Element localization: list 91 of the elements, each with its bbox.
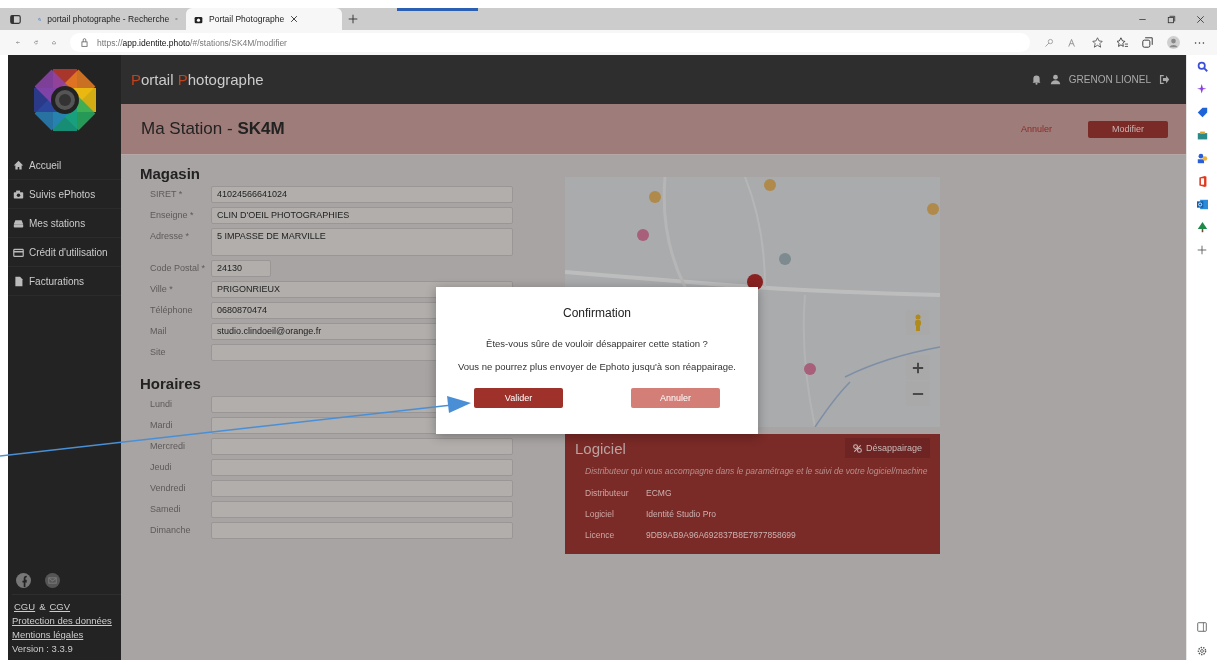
input-field[interactable] (211, 459, 513, 476)
document-icon (13, 275, 24, 287)
browser-tab[interactable]: portail photographe - Recherche (30, 8, 186, 30)
tag-icon (1196, 107, 1208, 118)
cgv-link[interactable]: CGV (49, 601, 71, 612)
zoom-in-button[interactable] (906, 355, 930, 380)
logout-icon (1159, 74, 1170, 85)
restore-icon (1167, 14, 1176, 24)
mail-icon (45, 573, 60, 588)
dialog-message: Vous ne pourrez plus envoyer de Ephoto jusqu'à son réappairage. (457, 361, 736, 372)
camera-icon (13, 188, 24, 200)
bell-icon (1030, 74, 1042, 85)
plus-icon (1197, 245, 1207, 255)
info-label: Logiciel (585, 508, 615, 519)
info-value: ECMG (646, 487, 672, 498)
collections-icon (1142, 37, 1153, 48)
input-field[interactable]: CLIN D'OEIL PHOTOGRAPHIES (211, 207, 513, 224)
more-icon (1194, 40, 1205, 45)
panel-description: Distributeur qui vous accompagne dans le paramétrage et le suivi de votre logiciel/machine (585, 466, 929, 476)
field-label: Code Postal * (149, 262, 207, 275)
dialog-title: Confirmation (563, 306, 631, 320)
url-text: https://app.identite.photo/#/stations/SK4M/modifier (97, 37, 287, 48)
tab-title: portail photographe - Recherche (47, 14, 170, 24)
cgu-link[interactable]: CGU (14, 601, 36, 612)
field-label: Site (149, 346, 167, 359)
user-name[interactable]: GRENON LIONEL (1068, 74, 1151, 85)
logo-icon (32, 68, 97, 132)
unlink-icon (852, 443, 862, 453)
ampersand-text: & (39, 601, 46, 612)
read-aloud-icon (1068, 37, 1078, 48)
user-icon (1049, 74, 1061, 85)
input-field[interactable] (211, 522, 513, 539)
footer-link[interactable]: Mentions légales (12, 629, 121, 640)
brand-title: Portail Photographe (131, 71, 264, 88)
people-icon (1196, 153, 1208, 164)
tree-icon (1196, 222, 1208, 233)
field-label: Mercredi (149, 440, 186, 453)
facebook-icon (16, 573, 31, 588)
tab-title: Portail Photographe (209, 14, 285, 24)
credit-card-icon (13, 246, 24, 258)
field-label: Enseigne * (149, 209, 195, 222)
page-title: Ma Station - SK4M (141, 119, 285, 139)
input-field[interactable] (211, 438, 513, 455)
dialog-message: Êtes-vous sûre de vouloir désappairer cette station ? (486, 338, 708, 349)
plus-icon (348, 14, 358, 24)
field-label: Mardi (149, 419, 174, 432)
profile-icon (1167, 36, 1180, 49)
sidebar-toggle-icon (1197, 622, 1207, 632)
field-label: SIRET * (149, 188, 184, 201)
drive-icon (13, 217, 24, 229)
sparkle-icon (1196, 84, 1208, 95)
field-label: Ville * (149, 283, 174, 296)
unpair-button[interactable]: Désappairage (844, 438, 930, 458)
address-textarea[interactable]: 5 IMPASSE DE MARVILLE (211, 228, 513, 256)
field-label: Mail (149, 325, 168, 338)
pegman-icon[interactable] (906, 310, 930, 335)
field-label: Lundi (149, 398, 174, 411)
browser-tab[interactable]: Portail Photographe (186, 8, 342, 30)
outlook-icon (1196, 199, 1208, 210)
key-icon (1044, 37, 1054, 48)
input-field[interactable]: 41024566641024 (211, 186, 513, 203)
field-label: Adresse * (149, 230, 191, 243)
office-icon (1196, 176, 1208, 187)
info-value: 9DB9AB9A96A692837B8E7877858699 (646, 529, 796, 540)
info-value: Identité Studio Pro (646, 508, 716, 519)
toolbox-icon (1196, 130, 1208, 141)
info-label: Licence (585, 529, 616, 540)
input-field[interactable]: 24130 (211, 260, 271, 277)
footer-link[interactable]: Protection des données (12, 615, 121, 626)
info-label: Distributeur (585, 487, 630, 498)
favorite-add-icon (1092, 37, 1103, 48)
field-label: Jeudi (149, 461, 173, 474)
input-field[interactable] (211, 501, 513, 518)
field-label: Dimanche (149, 524, 192, 537)
plus-icon (912, 361, 924, 374)
section-title: Magasin (140, 165, 201, 182)
panel-title: Logiciel (575, 439, 626, 457)
field-label: Samedi (149, 503, 182, 516)
input-field[interactable] (211, 480, 513, 497)
field-label: Téléphone (149, 304, 194, 317)
zoom-out-button[interactable] (906, 381, 930, 406)
modify-button[interactable]: Modifier (1088, 120, 1168, 138)
lock-icon (80, 38, 89, 47)
tab-list-icon (9, 13, 21, 25)
version-text: Version : 3.3.9 (12, 643, 74, 654)
confirm-button[interactable]: Valider (474, 388, 563, 408)
field-label: Vendredi (149, 482, 187, 495)
section-title: Horaires (140, 375, 202, 392)
favorites-icon (1117, 37, 1128, 48)
camera-icon (194, 14, 203, 24)
address-bar[interactable]: https://app.identite.photo/#/stations/SK4M/modifier (70, 33, 1030, 52)
